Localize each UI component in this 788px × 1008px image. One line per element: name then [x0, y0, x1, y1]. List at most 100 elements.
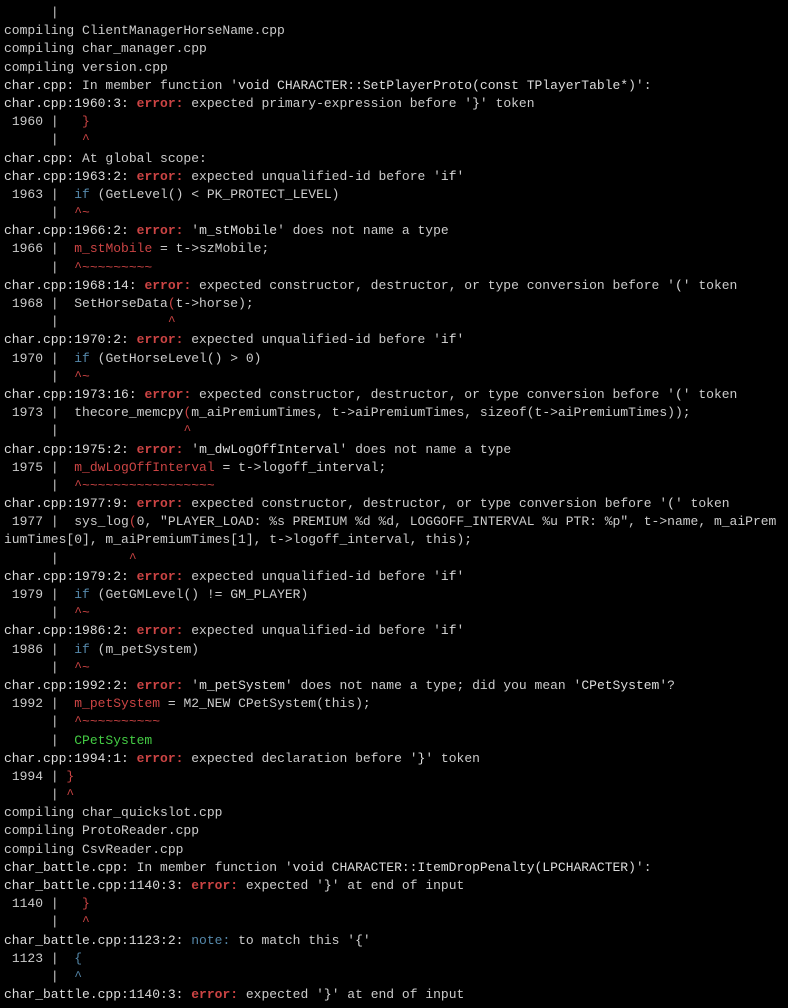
text-segment: 1968 | SetHorseData [4, 296, 168, 311]
text-segment: ^ [183, 423, 191, 438]
text-segment: note: [191, 933, 230, 948]
text-segment: 1960 | [4, 114, 82, 129]
text-segment: char.cpp:1960:3: [4, 96, 129, 111]
text-segment: m_petSystem [199, 678, 285, 693]
text-segment: | [4, 660, 74, 675]
terminal-line: | ^ [4, 313, 784, 331]
terminal-line: 1968 | SetHorseData(t->horse); [4, 295, 784, 313]
text-segment: expected unqualified-id before ' [183, 623, 440, 638]
text-segment: ' [457, 332, 465, 347]
text-segment: ' does not name a type; did you mean ' [285, 678, 581, 693]
text-segment: = M2_NEW CPetSystem(this); [160, 696, 371, 711]
terminal-line: compiling version.cpp [4, 59, 784, 77]
text-segment: expected declaration before ' [183, 751, 417, 766]
text-segment: char.cpp:1963:2: [4, 169, 129, 184]
text-segment: ^~ [74, 605, 90, 620]
text-segment [129, 623, 137, 638]
text-segment [129, 442, 137, 457]
text-segment: char_battle.cpp:1123:2: [4, 933, 183, 948]
text-segment: char.cpp:1994:1: [4, 751, 129, 766]
text-segment [129, 751, 137, 766]
terminal-line: | ^~~~~~~~~~~~~~~~~~ [4, 477, 784, 495]
text-segment: error: [191, 878, 238, 893]
text-segment: t->horse); [176, 296, 254, 311]
text-segment: CPetSystem [74, 733, 152, 748]
text-segment: 1977 | sys_log [4, 514, 129, 529]
text-segment: ^~ [74, 205, 90, 220]
text-segment: ^~~~~~~~~~~~~~~~~~ [74, 478, 214, 493]
text-segment [129, 169, 137, 184]
text-segment: char.cpp:1966:2: [4, 223, 129, 238]
text-segment: error: [191, 987, 238, 1002]
text-segment: } [82, 114, 90, 129]
text-segment: ^~~~~~~~~~ [74, 260, 152, 275]
terminal-line: char.cpp:1992:2: error: 'm_petSystem' do… [4, 677, 784, 695]
text-segment: } [472, 96, 480, 111]
text-segment: | [4, 605, 74, 620]
text-segment: 1140 | [4, 896, 82, 911]
terminal-line: char.cpp:1966:2: error: 'm_stMobile' doe… [4, 222, 784, 240]
terminal-line: 1966 | m_stMobile = t->szMobile; [4, 240, 784, 258]
text-segment: ^ [74, 969, 82, 984]
text-segment: ( [675, 387, 683, 402]
text-segment: '? [659, 678, 675, 693]
text-segment: CPetSystem [581, 678, 659, 693]
terminal-line: 1960 | } [4, 113, 784, 131]
text-segment: | [4, 969, 74, 984]
text-segment: compiling version.cpp [4, 60, 168, 75]
terminal-line: char.cpp:1994:1: error: expected declara… [4, 750, 784, 768]
text-segment: char.cpp:1968:14: [4, 278, 137, 293]
text-segment: ^ [129, 551, 137, 566]
text-segment [129, 332, 137, 347]
terminal-line: | ^~~~~~~~~~ [4, 259, 784, 277]
text-segment: = t->logoff_interval; [215, 460, 387, 475]
text-segment: } [324, 987, 332, 1002]
text-segment: char.cpp:1977:9: [4, 496, 129, 511]
text-segment: 1123 | [4, 951, 74, 966]
text-segment: ' does not name a type [277, 223, 449, 238]
text-segment: char.cpp: [4, 78, 74, 93]
terminal-line: 1992 | m_petSystem = M2_NEW CPetSystem(t… [4, 695, 784, 713]
terminal-line: char_battle.cpp:1123:2: note: to match t… [4, 932, 784, 950]
text-segment: expected constructor, destructor, or typ… [191, 278, 675, 293]
terminal-line: compiling ClientManagerHorseName.cpp [4, 22, 784, 40]
text-segment: error: [137, 678, 184, 693]
text-segment: | [4, 205, 74, 220]
text-segment: error: [137, 569, 184, 584]
text-segment: char.cpp:1986:2: [4, 623, 129, 638]
text-segment: expected unqualified-id before ' [183, 332, 440, 347]
text-segment [129, 496, 137, 511]
text-segment: m_aiPremiumTimes, t->aiPremiumTimes, siz… [191, 405, 690, 420]
text-segment [129, 678, 137, 693]
terminal-line: | ^~ [4, 368, 784, 386]
terminal-line: | ^ [4, 131, 784, 149]
terminal-line: | ^ [4, 913, 784, 931]
text-segment: error: [137, 332, 184, 347]
text-segment: m_stMobile [199, 223, 277, 238]
text-segment: | [4, 132, 82, 147]
terminal-line: 1970 | if (GetHorseLevel() > 0) [4, 350, 784, 368]
text-segment: ^ [66, 787, 74, 802]
text-segment: (GetHorseLevel() > 0) [90, 351, 262, 366]
text-segment: | [4, 478, 74, 493]
text-segment: ^ [82, 914, 90, 929]
terminal-output[interactable]: | compiling ClientManagerHorseName.cpp co… [0, 0, 788, 1008]
terminal-line: char.cpp: In member function 'void CHARA… [4, 77, 784, 95]
text-segment: expected ' [238, 878, 324, 893]
text-segment: expected constructor, destructor, or typ… [183, 496, 667, 511]
text-segment: if [74, 187, 90, 202]
text-segment: } [82, 896, 90, 911]
text-segment: char_battle.cpp:1140:3: [4, 987, 183, 1002]
terminal-line: 1963 | if (GetLevel() < PK_PROTECT_LEVEL… [4, 186, 784, 204]
terminal-line: char.cpp:1970:2: error: expected unquali… [4, 331, 784, 349]
text-segment: | [4, 914, 82, 929]
text-segment: | [4, 714, 74, 729]
text-segment: { [355, 933, 363, 948]
text-segment: ' does not name a type [340, 442, 512, 457]
text-segment: } [66, 769, 74, 784]
terminal-line: char.cpp:1968:14: error: expected constr… [4, 277, 784, 295]
text-segment: compiling char_quickslot.cpp [4, 805, 222, 820]
text-segment: error: [137, 442, 184, 457]
text-segment: expected unqualified-id before ' [183, 169, 440, 184]
text-segment: void CHARACTER::ItemDropPenalty(LPCHARAC… [293, 860, 636, 875]
